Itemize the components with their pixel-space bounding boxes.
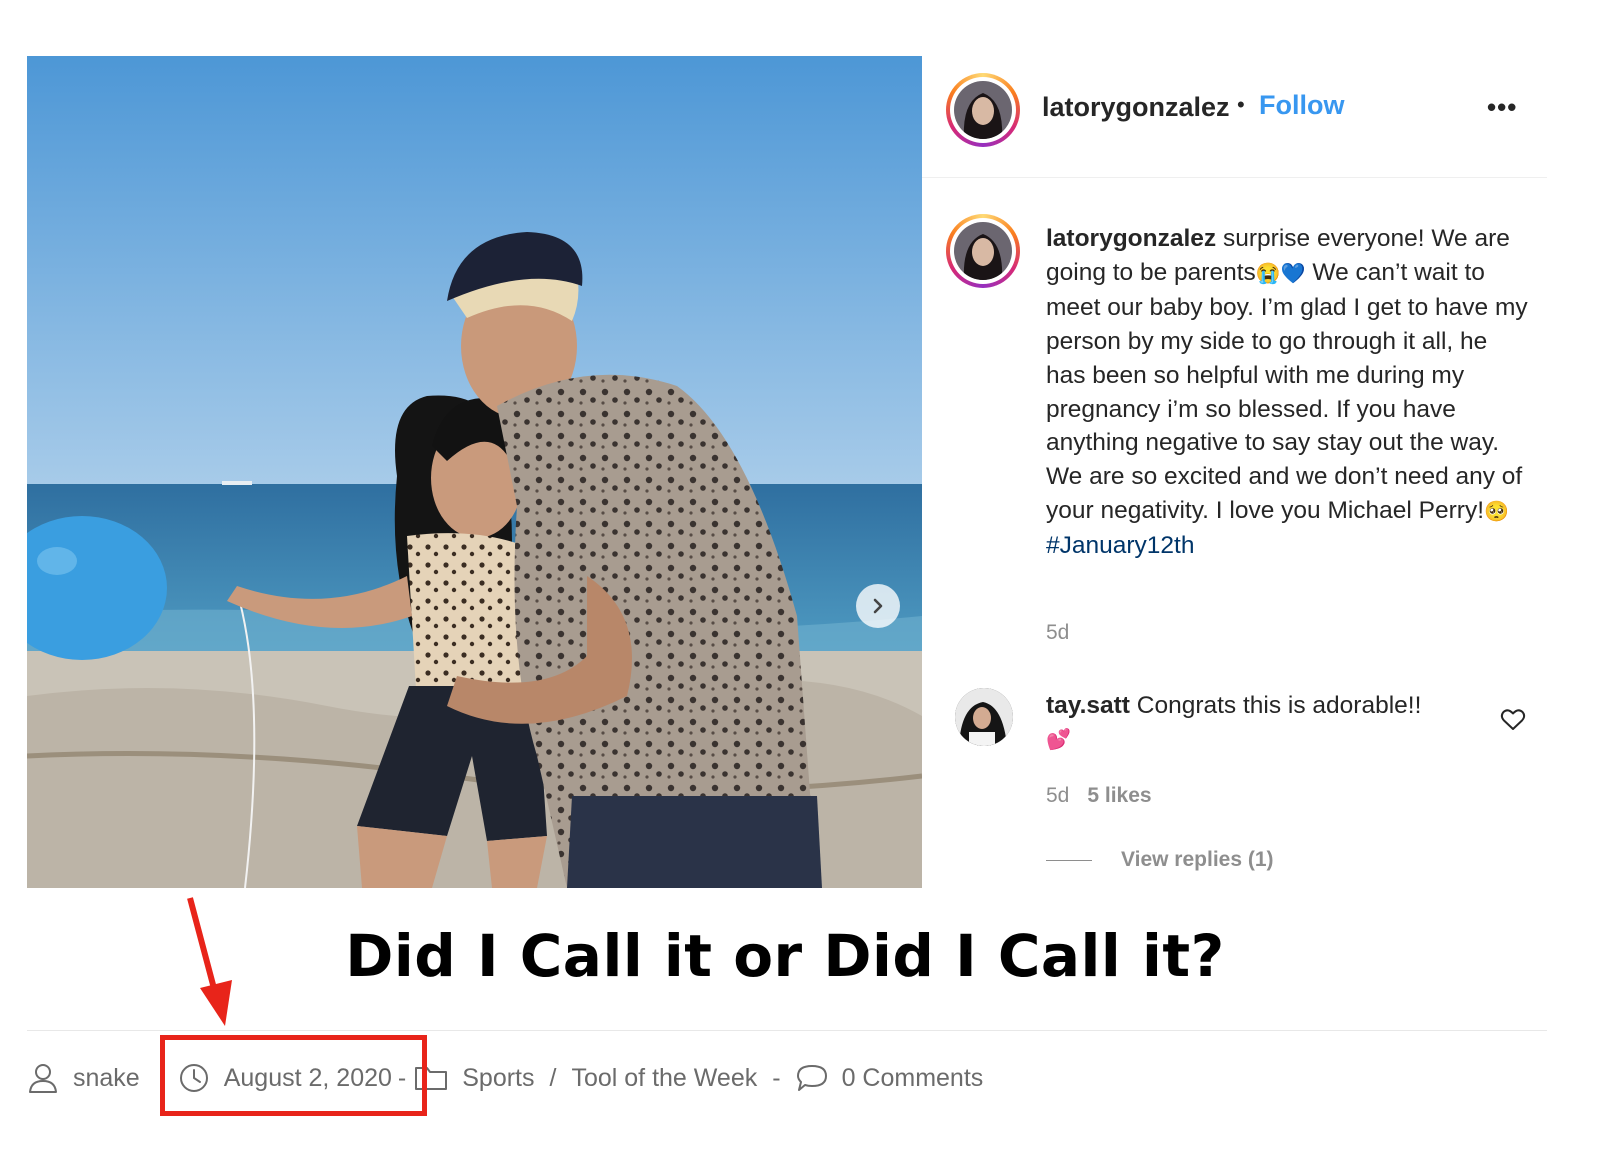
replies-rule [1046, 859, 1092, 861]
beach-couple-photo [27, 56, 922, 888]
category-separator: / [549, 1063, 557, 1092]
view-replies-label: View replies (1) [1121, 848, 1274, 871]
post-header: latorygonzalez • Follow ••• [922, 56, 1547, 178]
category-link-tool-of-the-week[interactable]: Tool of the Week [571, 1064, 757, 1093]
commenter-avatar[interactable] [955, 688, 1013, 746]
commenter-photo [955, 688, 1013, 746]
date-highlight-box [160, 1035, 427, 1116]
caption-username[interactable]: latorygonzalez [1046, 225, 1216, 252]
header-separator: • [1237, 92, 1245, 117]
article-headline: Did I Call it or Did I Call it? [345, 922, 1225, 990]
instagram-embed: latorygonzalez • Follow ••• latorygonzal… [27, 56, 1547, 888]
commenter-username[interactable]: tay.satt [1046, 692, 1130, 719]
comment-likes[interactable]: 5 likes [1087, 784, 1151, 807]
more-dots-icon[interactable]: ••• [1487, 92, 1517, 123]
comment-meta: 5d 5 likes [1046, 784, 1152, 808]
comment-body: Congrats this is adorable!! [1129, 692, 1422, 719]
comment-age[interactable]: 5d [1046, 784, 1069, 807]
meta-divider [27, 1030, 1547, 1031]
profile-photo [954, 222, 1012, 280]
category-link-sports[interactable]: Sports [462, 1064, 534, 1093]
comment-icon [796, 1063, 828, 1093]
chevron-right-icon [873, 598, 883, 614]
author-link[interactable]: snake [73, 1064, 140, 1093]
heart-icon [1500, 709, 1526, 730]
view-replies-button[interactable]: View replies (1) [1046, 848, 1274, 872]
meta-dash: - [772, 1063, 781, 1092]
like-comment-button[interactable] [1500, 708, 1526, 737]
post-sidebar: latorygonzalez • Follow ••• latorygonzal… [922, 56, 1547, 888]
user-icon [27, 1062, 59, 1094]
profile-photo [954, 81, 1012, 139]
comments-link[interactable]: 0 Comments [842, 1064, 984, 1093]
caption-text-2: We can’t wait to meet our baby boy. I’m … [1046, 258, 1528, 524]
caption-avatar[interactable] [946, 214, 1020, 288]
comment-text: tay.satt Congrats this is adorable!! 💕 [1046, 689, 1486, 757]
caption-emoji-2: 🥺 [1484, 500, 1509, 523]
follow-button[interactable]: Follow [1259, 90, 1344, 121]
author-username[interactable]: latorygonzalez [1042, 92, 1230, 123]
post-caption: latorygonzalez surprise everyone! We are… [1046, 222, 1531, 563]
author-avatar[interactable] [946, 73, 1020, 147]
caption-hashtag[interactable]: #January12th [1046, 529, 1531, 563]
post-age[interactable]: 5d [1046, 621, 1069, 645]
caption-emoji-1: 😭💙 [1255, 262, 1306, 285]
next-photo-button[interactable] [856, 584, 900, 628]
comment-emoji: 💕 [1046, 729, 1071, 751]
post-photo[interactable] [27, 56, 922, 888]
